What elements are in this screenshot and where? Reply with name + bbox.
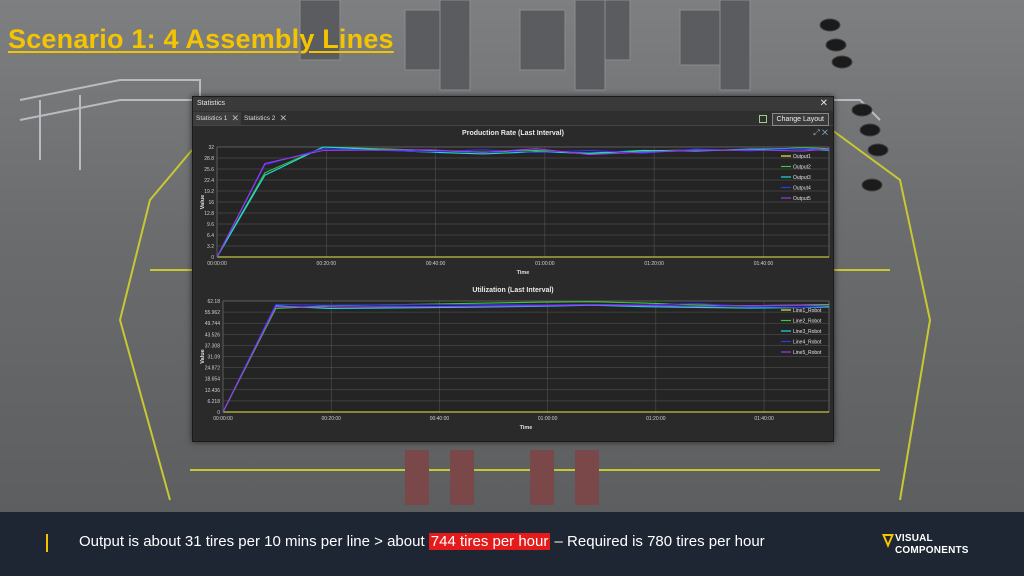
- slide-title: Scenario 1: 4 Assembly Lines: [8, 24, 394, 54]
- y-tick-label: 6.4: [207, 233, 214, 239]
- x-tick-label: 00:20:00: [317, 261, 337, 267]
- tab-statistics-2[interactable]: Statistics 2 ✕: [241, 112, 290, 125]
- close-icon[interactable]: ✕: [820, 97, 828, 111]
- legend-label: Line4_Robot: [793, 340, 822, 346]
- legend-label: Line5_Robot: [793, 350, 822, 356]
- x-tick-label: 01:00:00: [535, 261, 555, 267]
- legend-label: Line1_Robot: [793, 308, 822, 314]
- production-rate-chart-panel: Production Rate (Last Interval) ⤢ ✕ 0 3.2…: [195, 127, 831, 282]
- footer-highlight: 744 tires per hour: [428, 533, 551, 550]
- y-tick-label: 32: [208, 145, 214, 151]
- x-tick-label: 00:00:00: [207, 261, 227, 267]
- x-tick-label: 01:20:00: [646, 416, 666, 422]
- y-tick-label: 43.526: [205, 332, 221, 338]
- production-rate-chart: 03.26.49.612.81619.222.425.628.83200:00:…: [200, 145, 830, 276]
- y-tick-label: 16: [208, 200, 214, 206]
- change-layout-button[interactable]: Change Layout: [771, 113, 829, 126]
- y-tick-label: 37.308: [205, 343, 221, 349]
- footer-message: Output is about 31 tires per 10 mins per…: [79, 533, 765, 550]
- footer-text-before: Output is about 31 tires per 10 mins per…: [79, 533, 429, 550]
- legend-label: Output4: [793, 186, 811, 192]
- tab-label: Statistics 2: [244, 115, 276, 122]
- statistics-window: Statistics ✕ Statistics 1 ✕ Statistics 2…: [192, 96, 834, 442]
- y-tick-label: 24.872: [205, 366, 221, 372]
- tab-label: Statistics 1: [196, 115, 228, 122]
- y-tick-label: 12.436: [205, 388, 221, 394]
- logo-mark-icon: [882, 534, 894, 548]
- footer-text-after: – Required is 780 tires per hour: [550, 533, 765, 550]
- legend-label: Line2_Robot: [793, 319, 822, 325]
- x-axis-label: Time: [520, 425, 533, 431]
- y-tick-label: 28.8: [204, 156, 214, 162]
- x-tick-label: 00:00:00: [213, 416, 233, 422]
- x-tick-label: 01:40:00: [754, 261, 774, 267]
- y-tick-label: 22.4: [204, 178, 214, 184]
- window-titlebar: Statistics ✕: [193, 97, 833, 111]
- y-tick-label: 55.962: [205, 310, 221, 316]
- tab-statistics-1[interactable]: Statistics 1 ✕: [193, 112, 242, 125]
- y-tick-label: 3.2: [207, 244, 214, 250]
- y-tick-label: 18.654: [205, 377, 221, 383]
- y-tick-label: 25.6: [204, 167, 214, 173]
- window-title: Statistics: [197, 100, 226, 107]
- y-axis-label: Value: [200, 195, 206, 209]
- footer-bar: Output is about 31 tires per 10 mins per…: [0, 512, 1024, 576]
- y-tick-label: 31.09: [207, 355, 220, 361]
- legend-label: Output3: [793, 175, 811, 181]
- utilization-chart: 06.21812.43618.65424.87231.0937.30843.52…: [200, 299, 830, 431]
- layout-icon[interactable]: [759, 115, 767, 123]
- y-tick-label: 19.2: [204, 189, 214, 195]
- y-tick-label: 62.18: [207, 299, 220, 305]
- visual-components-logo: VISUAL COMPONENTS: [882, 532, 992, 566]
- y-axis-label: Value: [200, 349, 206, 363]
- y-tick-label: 49.744: [205, 321, 221, 327]
- x-tick-label: 00:40:00: [430, 416, 450, 422]
- logo-line-1: VISUAL: [895, 533, 933, 544]
- legend-label: Output1: [793, 154, 811, 160]
- x-tick-label: 00:20:00: [321, 416, 341, 422]
- x-tick-label: 01:20:00: [644, 261, 664, 267]
- legend-label: Line3_Robot: [793, 329, 822, 335]
- logo-line-2: COMPONENTS: [895, 545, 969, 556]
- x-tick-label: 01:00:00: [538, 416, 558, 422]
- tab-bar: Statistics 1 ✕ Statistics 2 ✕: [193, 111, 833, 126]
- x-tick-label: 00:40:00: [426, 261, 446, 267]
- tab-close-icon[interactable]: ✕: [279, 112, 287, 125]
- y-tick-label: 12.8: [204, 211, 214, 217]
- footer-accent-bar: [46, 534, 48, 552]
- chart-close-icon[interactable]: ⤢ ✕: [813, 128, 828, 138]
- utilization-chart-panel: Utilization (Last Interval) 0 6.218 12.436…: [195, 284, 831, 438]
- tab-close-icon[interactable]: ✕: [231, 112, 239, 125]
- x-axis-label: Time: [517, 270, 530, 276]
- legend-label: Output5: [793, 196, 811, 202]
- x-tick-label: 01:40:00: [754, 416, 774, 422]
- y-tick-label: 9.6: [207, 222, 214, 228]
- chart-title: Utilization (Last Interval): [472, 287, 554, 294]
- chart-title: Production Rate (Last Interval): [462, 130, 564, 137]
- y-tick-label: 6.218: [207, 399, 220, 405]
- legend-label: Output2: [793, 165, 811, 171]
